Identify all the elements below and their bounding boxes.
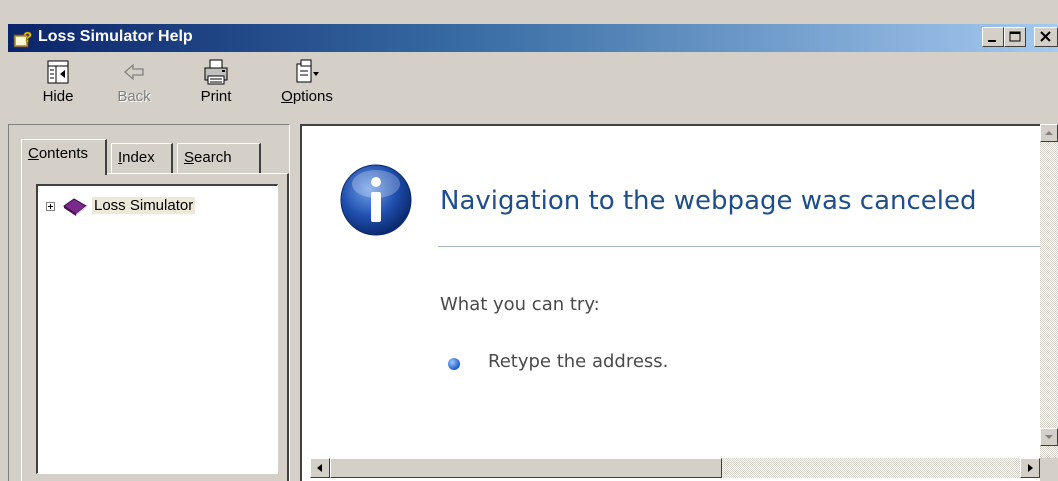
options-access-key: O [281, 88, 293, 105]
options-button[interactable]: Options [274, 58, 340, 120]
scroll-up-arrow-icon [1045, 131, 1053, 135]
scroll-left-button[interactable] [310, 458, 330, 478]
maximize-icon [1009, 31, 1021, 42]
hide-label: Hide [42, 88, 74, 105]
expand-plus-icon[interactable] [46, 202, 55, 211]
title-bar[interactable]: ? Loss Simulator Help [8, 24, 1058, 52]
pane-splitter[interactable] [290, 124, 300, 481]
tab-index-label: ndex [122, 149, 155, 166]
scroll-right-arrow-icon [1028, 464, 1033, 472]
tab-search-access-key: S [184, 149, 195, 166]
horizontal-scrollbar[interactable] [310, 458, 1040, 478]
tab-search[interactable]: Search [177, 143, 261, 173]
horizontal-scroll-thumb[interactable] [330, 458, 722, 478]
tab-contents[interactable]: Contents [21, 139, 107, 175]
close-icon [1040, 31, 1051, 42]
toolbar: Hide Back Print Options [8, 52, 1058, 122]
options-label: Options [274, 88, 340, 105]
minimize-icon [988, 40, 996, 42]
scroll-down-button[interactable] [1040, 428, 1058, 446]
tab-search-label: earch [194, 149, 232, 166]
topic-content-pane: Navigation to the webpage was canceled W… [300, 124, 1040, 481]
book-icon [63, 198, 87, 216]
scroll-up-button[interactable] [1040, 124, 1058, 142]
info-icon [340, 164, 412, 236]
window-title: Loss Simulator Help [38, 28, 193, 45]
contents-tree[interactable]: Loss Simulator [36, 184, 278, 474]
printer-icon [204, 59, 228, 85]
svg-text:?: ? [23, 29, 32, 46]
contents-panel: Loss Simulator [21, 173, 289, 481]
options-icon [296, 59, 319, 83]
bullet-icon [448, 358, 460, 370]
back-button[interactable]: Back [112, 58, 156, 120]
help-window: ? Loss Simulator Help Hide Back Print Op… [0, 0, 1058, 481]
print-button[interactable]: Print [194, 58, 238, 120]
suggestions-heading: What you can try: [440, 294, 600, 315]
print-label: Print [200, 88, 232, 105]
page-title: Navigation to the webpage was canceled [440, 186, 977, 216]
tree-item-label: Loss Simulator [92, 197, 196, 214]
scroll-right-button[interactable] [1020, 458, 1040, 478]
options-label-rest: ptions [292, 88, 333, 105]
navigation-pane: Contents Index Search Loss Simulator [8, 124, 290, 481]
tab-contents-access-key: C [28, 145, 39, 162]
hide-button[interactable]: Hide [36, 58, 80, 120]
close-button[interactable] [1034, 27, 1058, 47]
back-label: Back [117, 88, 151, 105]
vertical-scrollbar[interactable] [1040, 124, 1058, 458]
scrollbar-corner [1040, 458, 1058, 478]
scroll-down-arrow-icon [1045, 435, 1053, 439]
scroll-left-arrow-icon [317, 464, 322, 472]
tab-contents-label: ontents [38, 145, 89, 162]
heading-divider [438, 246, 1040, 247]
maximize-button[interactable] [1004, 27, 1026, 47]
minimize-button[interactable] [982, 27, 1004, 47]
help-book-icon: ? [13, 29, 32, 48]
tab-index[interactable]: Index [111, 143, 173, 173]
suggestion-item: Retype the address. [488, 351, 669, 372]
back-arrow-icon [124, 63, 144, 81]
hide-pane-icon [47, 60, 69, 84]
